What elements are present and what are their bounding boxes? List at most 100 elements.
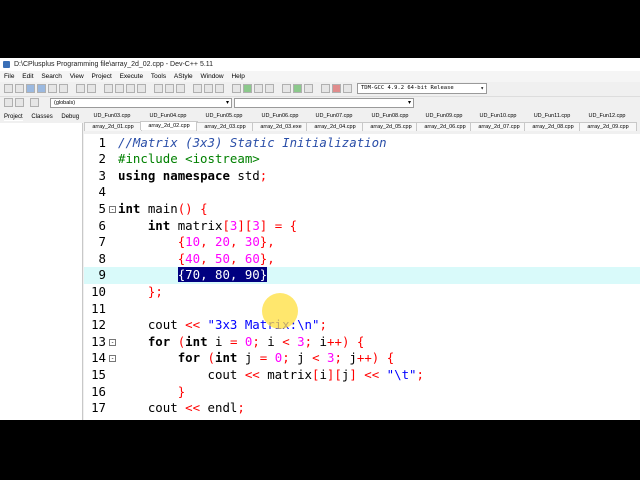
code-text: for (int j = 0; j < 3; j++) { bbox=[177, 350, 395, 366]
code-line[interactable]: 7 {10, 20, 30}, bbox=[84, 234, 640, 251]
fold-toggle-icon[interactable]: - bbox=[109, 338, 116, 346]
menu-search[interactable]: Search bbox=[41, 73, 62, 80]
tab-debug[interactable]: Debug bbox=[61, 114, 79, 120]
code-line[interactable]: 5- int main() { bbox=[84, 201, 640, 218]
file-tab[interactable]: UD_Fun03.cpp bbox=[84, 112, 140, 120]
tab-classes[interactable]: Classes bbox=[31, 114, 52, 120]
fold-toggle-icon[interactable]: - bbox=[109, 355, 116, 363]
menu-project[interactable]: Project bbox=[92, 73, 112, 80]
file-tab[interactable]: UD_Fun11.cpp bbox=[524, 112, 580, 120]
file-tab[interactable]: array_2d_05.cpp bbox=[362, 122, 420, 131]
next-icon[interactable] bbox=[215, 84, 224, 93]
scope-select[interactable]: (globals) ▾ bbox=[50, 98, 232, 108]
menu-astyle[interactable]: AStyle bbox=[174, 73, 193, 80]
file-tab[interactable]: array_2d_03.exe bbox=[252, 122, 310, 131]
chevron-down-icon: ▾ bbox=[225, 100, 229, 106]
code-line[interactable]: 12 cout << "3x3 Matrix:\n"; bbox=[84, 317, 640, 334]
file-tab[interactable]: array_2d_08.cpp bbox=[524, 122, 582, 131]
code-line[interactable]: 3 using namespace std; bbox=[84, 168, 640, 185]
menu-edit[interactable]: Edit bbox=[22, 73, 33, 80]
code-line[interactable]: 9 {70, 80, 90} bbox=[84, 267, 640, 284]
check-icon[interactable] bbox=[293, 84, 302, 93]
code-line[interactable]: 16 } bbox=[84, 384, 640, 401]
file-tab[interactable]: UD_Fun08.cpp bbox=[362, 112, 418, 120]
undo-icon[interactable] bbox=[76, 84, 85, 93]
remove-icon[interactable] bbox=[176, 84, 185, 93]
close-file-icon[interactable] bbox=[48, 84, 57, 93]
file-tab[interactable]: array_2d_03.cpp bbox=[196, 122, 254, 131]
run-icon[interactable] bbox=[243, 84, 252, 93]
insert-icon[interactable] bbox=[165, 84, 174, 93]
line-number: 7 bbox=[98, 234, 106, 250]
line-number: 6 bbox=[98, 217, 106, 233]
code-line[interactable]: 2 #include <iostream> bbox=[84, 151, 640, 168]
code-line[interactable]: 6 int matrix[3][3] = { bbox=[84, 218, 640, 235]
menu-view[interactable]: View bbox=[70, 73, 84, 80]
code-line[interactable]: 17 cout << endl; bbox=[84, 400, 640, 417]
file-tab[interactable]: UD_Fun04.cpp bbox=[140, 112, 196, 120]
code-line[interactable]: 4 bbox=[84, 184, 640, 201]
file-tab[interactable]: array_2d_09.cpp bbox=[579, 122, 637, 131]
menu-window[interactable]: Window bbox=[201, 73, 224, 80]
project-panel bbox=[0, 123, 83, 420]
open-file-icon[interactable] bbox=[15, 84, 24, 93]
save-all-icon[interactable] bbox=[37, 84, 46, 93]
code-line[interactable]: 8 {40, 50, 60}, bbox=[84, 251, 640, 268]
code-line[interactable]: 11 bbox=[84, 301, 640, 318]
file-tab[interactable]: UD_Fun12.cpp bbox=[579, 112, 635, 120]
line-number: 11 bbox=[91, 300, 106, 316]
file-tab[interactable]: array_2d_07.cpp bbox=[470, 122, 528, 131]
code-line[interactable]: 15 cout << matrix[i][j] << "\t"; bbox=[84, 367, 640, 384]
code-line[interactable]: 10 }; bbox=[84, 284, 640, 301]
code-editor[interactable]: 1 //Matrix (3x3) Static Initialization 2 #i… bbox=[84, 134, 640, 420]
file-tab[interactable]: UD_Fun09.cpp bbox=[416, 112, 472, 120]
menu-execute[interactable]: Execute bbox=[120, 73, 144, 80]
menu-tools[interactable]: Tools bbox=[151, 73, 166, 80]
toggle-comment-icon[interactable] bbox=[30, 98, 39, 107]
chevron-down-icon: ▾ bbox=[480, 85, 484, 92]
find-icon[interactable] bbox=[104, 84, 113, 93]
goto-line-icon[interactable] bbox=[137, 84, 146, 93]
fold-toggle-icon[interactable]: - bbox=[109, 205, 116, 213]
file-tab[interactable]: array_2d_06.cpp bbox=[416, 122, 474, 131]
compiler-select-value: TDM-GCC 4.9.2 64-bit Release bbox=[361, 85, 454, 91]
stop-icon[interactable] bbox=[332, 84, 341, 93]
debug-icon[interactable] bbox=[282, 84, 291, 93]
code-line[interactable]: 14- for (int j = 0; j < 3; j++) { bbox=[84, 350, 640, 367]
file-tab[interactable]: UD_Fun07.cpp bbox=[306, 112, 362, 120]
line-number: 5 bbox=[98, 200, 106, 216]
file-tab[interactable]: array_2d_04.cpp bbox=[306, 122, 364, 131]
new-project-icon[interactable] bbox=[154, 84, 163, 93]
file-tab-active[interactable]: array_2d_02.cpp bbox=[140, 121, 198, 130]
chart-icon[interactable] bbox=[304, 84, 313, 93]
dev-cpp-window: D:\CPlusplus Programming file\array_2d_0… bbox=[0, 58, 640, 420]
indent-icon[interactable] bbox=[4, 98, 13, 107]
rebuild-icon[interactable] bbox=[265, 84, 274, 93]
chevron-down-icon: ▾ bbox=[407, 100, 411, 106]
save-icon[interactable] bbox=[26, 84, 35, 93]
project-options-icon[interactable] bbox=[193, 84, 202, 93]
compile-run-icon[interactable] bbox=[254, 84, 263, 93]
find-next-icon[interactable] bbox=[126, 84, 135, 93]
unindent-icon[interactable] bbox=[15, 98, 24, 107]
function-select[interactable]: ▾ bbox=[234, 98, 414, 108]
new-file-icon[interactable] bbox=[4, 84, 13, 93]
profile-icon[interactable] bbox=[321, 84, 330, 93]
replace-icon[interactable] bbox=[115, 84, 124, 93]
menu-file[interactable]: File bbox=[4, 73, 14, 80]
file-tab[interactable]: array_2d_01.cpp bbox=[84, 122, 142, 131]
grid-icon[interactable] bbox=[343, 84, 352, 93]
menu-help[interactable]: Help bbox=[231, 73, 244, 80]
file-tab[interactable]: UD_Fun10.cpp bbox=[470, 112, 526, 120]
print-icon[interactable] bbox=[59, 84, 68, 93]
code-line[interactable]: 13- for (int i = 0; i < 3; i++) { bbox=[84, 334, 640, 351]
redo-icon[interactable] bbox=[87, 84, 96, 93]
file-tab[interactable]: UD_Fun06.cpp bbox=[252, 112, 308, 120]
compiler-select[interactable]: TDM-GCC 4.9.2 64-bit Release ▾ bbox=[357, 83, 487, 94]
code-line[interactable]: 1 //Matrix (3x3) Static Initialization bbox=[84, 135, 640, 152]
tab-project[interactable]: Project bbox=[4, 114, 23, 121]
file-tab[interactable]: UD_Fun05.cpp bbox=[196, 112, 252, 120]
compile-icon[interactable] bbox=[232, 84, 241, 93]
prev-icon[interactable] bbox=[204, 84, 213, 93]
code-text: {10, 20, 30}, bbox=[177, 234, 275, 250]
